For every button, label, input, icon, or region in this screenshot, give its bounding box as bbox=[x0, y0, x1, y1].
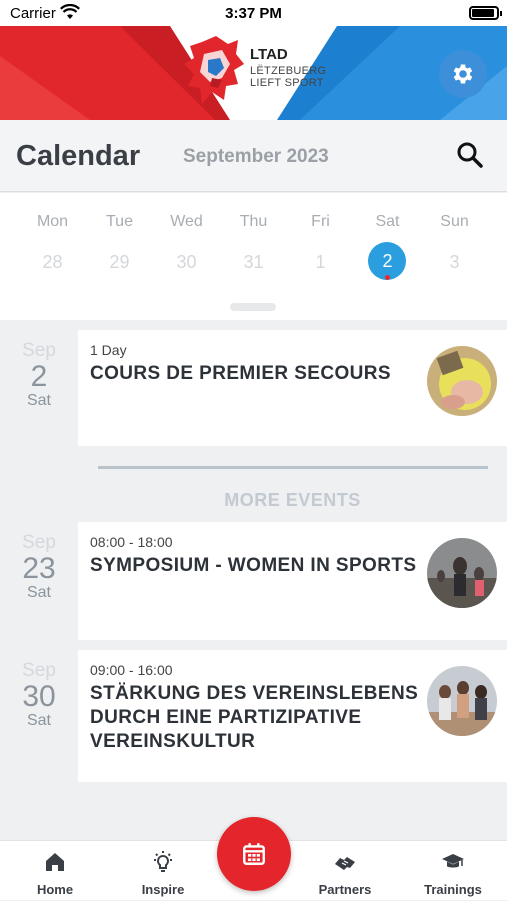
tab-label: Trainings bbox=[424, 882, 482, 897]
day-name: Fri bbox=[311, 213, 330, 230]
event-date-weekday: Sat bbox=[26, 712, 51, 729]
day-number: 1 bbox=[315, 252, 326, 272]
event-card[interactable]: 09:00 - 16:00 STÄRKUNG DES VEREINSLEBENS… bbox=[78, 650, 507, 782]
event-time: 1 Day bbox=[90, 342, 127, 358]
tab-trainings[interactable]: Trainings bbox=[403, 841, 503, 901]
event-thumbnail bbox=[427, 538, 497, 608]
tab-label: Inspire bbox=[141, 882, 185, 897]
event-date-month: Sep bbox=[22, 660, 56, 681]
search-button[interactable] bbox=[455, 140, 485, 170]
clock: 3:37 PM bbox=[225, 5, 282, 22]
event-time: 08:00 - 18:00 bbox=[90, 534, 173, 550]
event-date-month: Sep bbox=[22, 340, 56, 361]
event-date-day: 30 bbox=[22, 680, 56, 713]
event-title: COURS DE PREMIER SECOURS bbox=[90, 363, 391, 384]
event-indicator-dot bbox=[385, 275, 390, 280]
more-events-heading: MORE EVENTS bbox=[224, 490, 361, 510]
day-name: Wed bbox=[170, 213, 203, 230]
gear-icon bbox=[453, 64, 473, 84]
brand-tagline: LËTZEBUERG LIEFT SPORT bbox=[250, 65, 326, 89]
lightbulb-icon bbox=[154, 851, 172, 872]
lion-logo-icon bbox=[184, 36, 244, 104]
tab-inspire[interactable]: Inspire bbox=[113, 841, 213, 901]
day-number: 31 bbox=[243, 252, 264, 272]
day-number: 2 bbox=[382, 251, 393, 271]
event-thumbnail bbox=[427, 346, 497, 416]
event-date: Sep 23 Sat bbox=[0, 532, 78, 602]
app-banner: LTAD LËTZEBUERG LIEFT SPORT bbox=[0, 26, 507, 120]
day-number: 28 bbox=[42, 252, 63, 272]
page-title: Calendar bbox=[16, 140, 141, 172]
tab-label: Home bbox=[36, 882, 74, 897]
search-icon bbox=[457, 142, 483, 168]
section-divider bbox=[98, 466, 488, 469]
graduation-cap-icon bbox=[442, 854, 464, 868]
drag-handle[interactable] bbox=[230, 303, 276, 311]
calendar-icon bbox=[243, 843, 265, 865]
home-icon bbox=[46, 853, 64, 871]
group-photo bbox=[427, 666, 497, 736]
day-name: Sat bbox=[375, 213, 400, 230]
day-number: 29 bbox=[109, 252, 130, 272]
day-name: Sun bbox=[440, 213, 469, 230]
event-date-day: 2 bbox=[30, 360, 48, 393]
event-time: 09:00 - 16:00 bbox=[90, 662, 173, 678]
week-strip: Mon 28 Tue 29 Wed 30 Thu 31 Fri 1 Sat 2 … bbox=[0, 193, 507, 320]
event-thumbnail bbox=[427, 666, 497, 736]
tab-label: Partners bbox=[318, 882, 372, 897]
calendar-header: Calendar September 2023 bbox=[0, 120, 507, 192]
month-label[interactable]: September 2023 bbox=[183, 146, 329, 168]
day-name: Tue bbox=[106, 213, 133, 230]
event-date-day: 23 bbox=[22, 552, 56, 585]
brand-tagline-line1: LËTZEBUERG bbox=[250, 65, 327, 77]
events-list: Sep 2 Sat 1 Day COURS DE PREMIER SECOURS… bbox=[0, 320, 507, 840]
day-name: Mon bbox=[36, 213, 69, 230]
brand-title: LTAD bbox=[250, 46, 288, 63]
tab-partners[interactable]: Partners bbox=[295, 841, 395, 901]
battery-icon bbox=[469, 6, 502, 20]
day-number: 30 bbox=[176, 252, 197, 272]
event-date-weekday: Sat bbox=[26, 584, 51, 601]
handshake-icon bbox=[335, 857, 355, 870]
runners-photo bbox=[427, 538, 497, 608]
calendar-fab-button[interactable] bbox=[217, 817, 291, 891]
event-card[interactable]: 1 Day COURS DE PREMIER SECOURS bbox=[78, 330, 507, 446]
tab-home[interactable]: Home bbox=[5, 841, 105, 901]
day-name: Thu bbox=[239, 213, 268, 230]
settings-button[interactable] bbox=[439, 50, 487, 98]
brand-tagline-line2: LIEFT SPORT bbox=[250, 77, 324, 89]
event-date: Sep 2 Sat bbox=[0, 340, 78, 410]
event-date-month: Sep bbox=[22, 532, 56, 553]
event-title: STÄRKUNG DES VEREINSLEBENS DURCH EINE PA… bbox=[90, 683, 419, 752]
ltad-logo: LTAD LËTZEBUERG LIEFT SPORT bbox=[182, 34, 332, 114]
event-title: SYMPOSIUM - WOMEN IN SPORTS bbox=[90, 555, 417, 576]
status-bar: Carrier 3:37 PM bbox=[0, 0, 507, 26]
event-date-weekday: Sat bbox=[26, 392, 51, 409]
first-aid-photo bbox=[427, 346, 497, 416]
day-number: 3 bbox=[449, 252, 460, 272]
event-card[interactable]: 08:00 - 18:00 SYMPOSIUM - WOMEN IN SPORT… bbox=[78, 522, 507, 640]
event-date: Sep 30 Sat bbox=[0, 660, 78, 730]
